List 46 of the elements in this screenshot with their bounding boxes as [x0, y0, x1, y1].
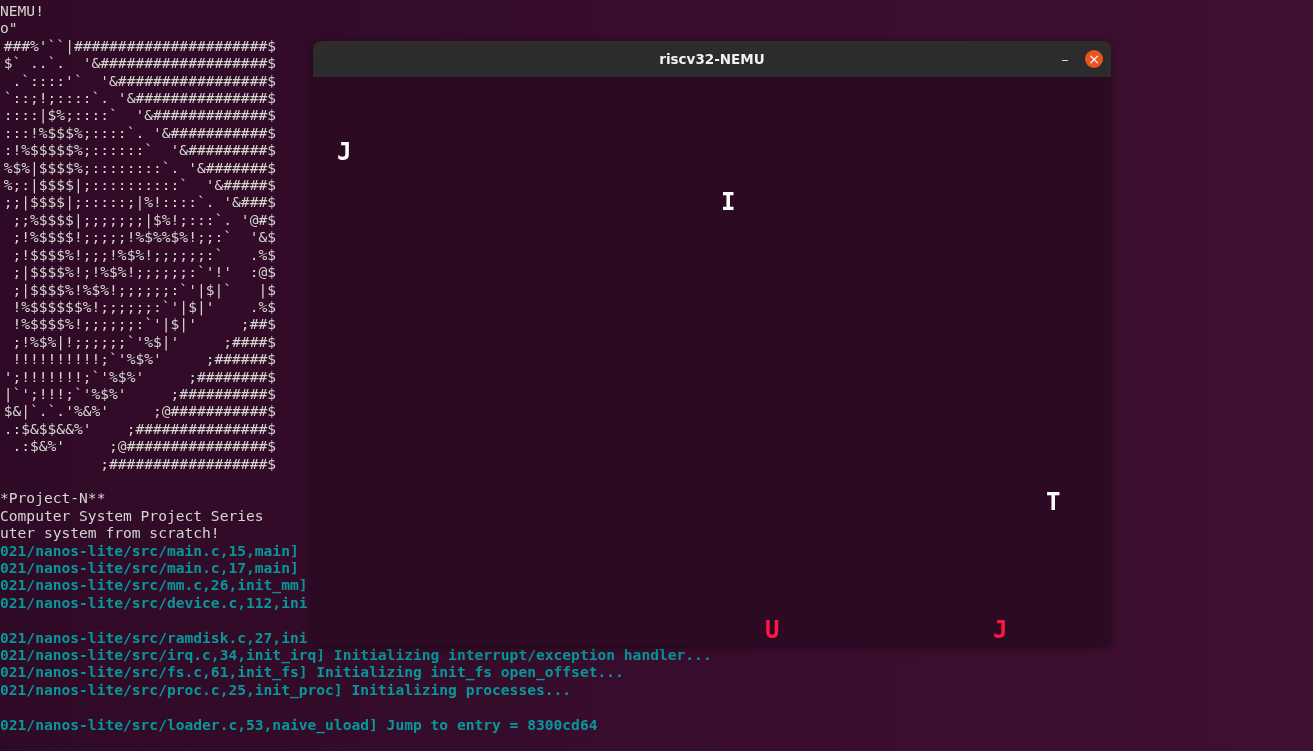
ascii-art-line: %;:|$$$$|;::::::::::` '&#####$: [3, 176, 276, 194]
ascii-art-line: ;!%$$$$!;;;;;!%$%%$%!;;:` '&$: [12, 228, 276, 246]
falling-letter: J: [993, 617, 1008, 643]
falling-letter: I: [721, 189, 736, 215]
ascii-art-line: !%$$$$%!;;;;;;:`'|$|' ;##$: [12, 315, 276, 333]
ascii-art-line: ;;%$$$$|;;;;;;;|$%!;:::`. '@#$: [12, 210, 276, 229]
log-line: 021/nanos-lite/src/irq.c,34,init_irq] Initializing interrupt/exception handler...: [0, 646, 712, 664]
ascii-art-line: %$%|$$$$%;::::::::`. '&#######$: [3, 158, 276, 177]
ascii-art-line: `::;!;::::`. '&###############$: [3, 89, 276, 107]
terminal-line: o": [0, 19, 18, 37]
ascii-art-line: ;|$$$$%!;!%$%!;;;;;;:`'!' :@$: [12, 263, 276, 281]
log-line: 021/nanos-lite/src/main.c,15,main]: [0, 541, 299, 559]
log-line: 021/nanos-lite/src/device.c,112,ini: [0, 593, 308, 612]
ascii-art-line: ###%'``|######################$: [3, 36, 276, 55]
ascii-art-line: ;;|$$$$|;:::::;|%!::::`. '&###$: [3, 193, 276, 211]
ascii-art-line: ';!!!!!!!;`'%$%' ;########$: [3, 367, 276, 385]
ascii-art-line: $` ..`. '&###################$: [3, 54, 276, 72]
ascii-art-line: :!%$$$$$%;::::::` '&#########$: [3, 141, 276, 159]
ascii-art-line: !!!!!!!!!!;`'%$%' ;######$: [12, 350, 276, 368]
log-line: 021/nanos-lite/src/loader.c,53,naive_uload] Jump to entry = 8300cd64: [0, 715, 598, 733]
falling-letter: J: [337, 139, 352, 165]
falling-letter: U: [765, 617, 780, 643]
ascii-art-line: .:$&$$&&%' ;###############$: [3, 419, 276, 438]
terminal-line: NEMU!: [0, 2, 44, 20]
terminal-line: uter system from scratch!: [0, 524, 220, 542]
ascii-art-line: ;|$$$$%!%$%!;;;;;;:`'|$|` |$: [12, 280, 276, 298]
window-title: riscv32-NEMU: [659, 51, 765, 67]
minimize-button[interactable]: –: [1055, 49, 1075, 69]
ascii-art-line: ;!%$%|!;;;;;;`'%$|' ;####$: [12, 332, 276, 351]
ascii-art-line: $&|`.`.'%&%' ;@###########$: [3, 402, 276, 420]
terminal-line: Computer System Project Series: [0, 506, 264, 525]
ascii-art-line: |`';!!!;`'%$%' ;##########$: [3, 384, 276, 403]
log-line: 021/nanos-lite/src/proc.c,25,init_proc] Initializing processes...: [0, 680, 572, 699]
falling-letter: T: [1046, 489, 1061, 515]
log-line: 021/nanos-lite/src/ramdisk.c,27,ini: [0, 628, 308, 646]
ascii-art-line: ::::|$%;::::` '&#############$: [3, 106, 276, 124]
log-line: 021/nanos-lite/src/main.c,17,main]: [0, 559, 299, 577]
log-line: 021/nanos-lite/src/mm.c,26,init_mm]: [0, 576, 308, 594]
terminal-line: *Project-N**: [0, 489, 106, 507]
ascii-art-line: .`::::'` '&#################$: [12, 71, 276, 90]
ascii-art-line: :::!%$$$%;::::`. '&###########$: [3, 123, 276, 142]
close-button[interactable]: ×: [1085, 50, 1103, 68]
ascii-art-line: ;##################$: [100, 454, 276, 472]
log-line: 021/nanos-lite/src/fs.c,61,init_fs] Initializing init_fs open_offset...: [0, 663, 624, 681]
ascii-art-line: .:$&%' ;@################$: [12, 437, 276, 455]
ascii-art-line: ;!$$$$%!;;;!%$%!;;;;;;:` .%$: [12, 245, 276, 264]
